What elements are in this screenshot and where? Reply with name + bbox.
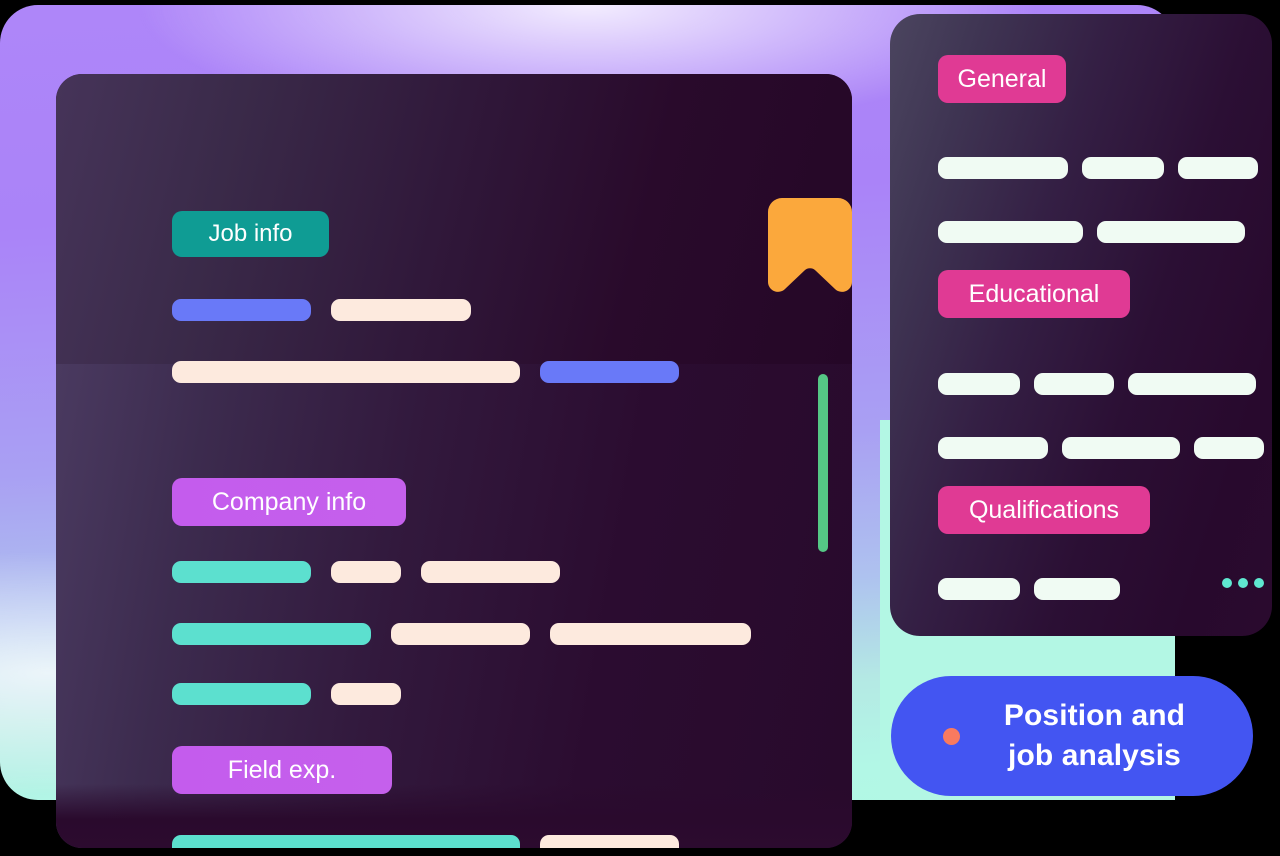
- placeholder-bar: [938, 373, 1020, 395]
- placeholder-bar: [172, 683, 311, 705]
- cta-label-line2: job analysis: [1008, 739, 1181, 772]
- dot: [1254, 578, 1264, 588]
- dot: [1222, 578, 1232, 588]
- scrollbar-thumb[interactable]: [818, 374, 828, 552]
- placeholder-bar: [421, 561, 560, 583]
- placeholder-bar: [172, 623, 371, 645]
- placeholder-bar: [391, 623, 530, 645]
- status-dot-icon: [943, 727, 960, 745]
- dot: [1238, 578, 1248, 588]
- requirements-card: General Educational Qualifications: [890, 14, 1272, 636]
- placeholder-bar: [938, 221, 1083, 243]
- screenshot-root: Job info Company info Field exp. General…: [0, 0, 1280, 856]
- placeholder-bar: [938, 578, 1020, 600]
- general-row-2: [938, 221, 1245, 243]
- placeholder-bar: [172, 299, 311, 321]
- educational-row-1: [938, 373, 1256, 395]
- educational-row-2: [938, 437, 1264, 459]
- placeholder-bar: [172, 835, 520, 848]
- section-badge-qualifications[interactable]: Qualifications: [938, 486, 1150, 534]
- placeholder-bar: [331, 683, 401, 705]
- section-badge-job-info[interactable]: Job info: [172, 211, 329, 257]
- left-card-content: Job info Company info Field exp.: [56, 74, 852, 848]
- section-badge-field-exp[interactable]: Field exp.: [172, 746, 392, 794]
- field-exp-row-1: [172, 835, 679, 848]
- placeholder-bar: [172, 361, 520, 383]
- job-info-row-1: [172, 299, 471, 321]
- job-details-card: Job info Company info Field exp.: [56, 74, 852, 848]
- section-badge-educational[interactable]: Educational: [938, 270, 1130, 318]
- placeholder-bar: [540, 361, 679, 383]
- placeholder-bar: [1034, 578, 1120, 600]
- job-info-row-2: [172, 361, 679, 383]
- cta-label-line1: Position and: [1003, 699, 1186, 733]
- general-row-1: [938, 157, 1258, 179]
- placeholder-bar: [331, 561, 401, 583]
- section-badge-company-info[interactable]: Company info: [172, 478, 406, 526]
- placeholder-bar: [1194, 437, 1264, 459]
- placeholder-bar: [938, 437, 1048, 459]
- section-badge-general[interactable]: General: [938, 55, 1066, 103]
- vertical-scrollbar[interactable]: [818, 374, 828, 552]
- placeholder-bar: [1034, 373, 1114, 395]
- placeholder-bar: [1128, 373, 1256, 395]
- placeholder-bar: [1082, 157, 1164, 179]
- placeholder-bar: [550, 623, 751, 645]
- more-options-icon[interactable]: [1222, 578, 1264, 588]
- placeholder-bar: [540, 835, 679, 848]
- bookmark-icon[interactable]: [768, 198, 852, 292]
- placeholder-bar: [331, 299, 471, 321]
- company-info-row-2: [172, 623, 751, 645]
- company-info-row-1: [172, 561, 560, 583]
- position-and-job-analysis-button[interactable]: Position and job analysis: [891, 676, 1253, 796]
- placeholder-bar: [1097, 221, 1245, 243]
- placeholder-bar: [1062, 437, 1180, 459]
- placeholder-bar: [172, 561, 311, 583]
- company-info-row-3: [172, 683, 401, 705]
- cta-label: Position and job analysis: [960, 696, 1253, 775]
- placeholder-bar: [1178, 157, 1258, 179]
- placeholder-bar: [938, 157, 1068, 179]
- qualifications-row-1: [938, 578, 1120, 600]
